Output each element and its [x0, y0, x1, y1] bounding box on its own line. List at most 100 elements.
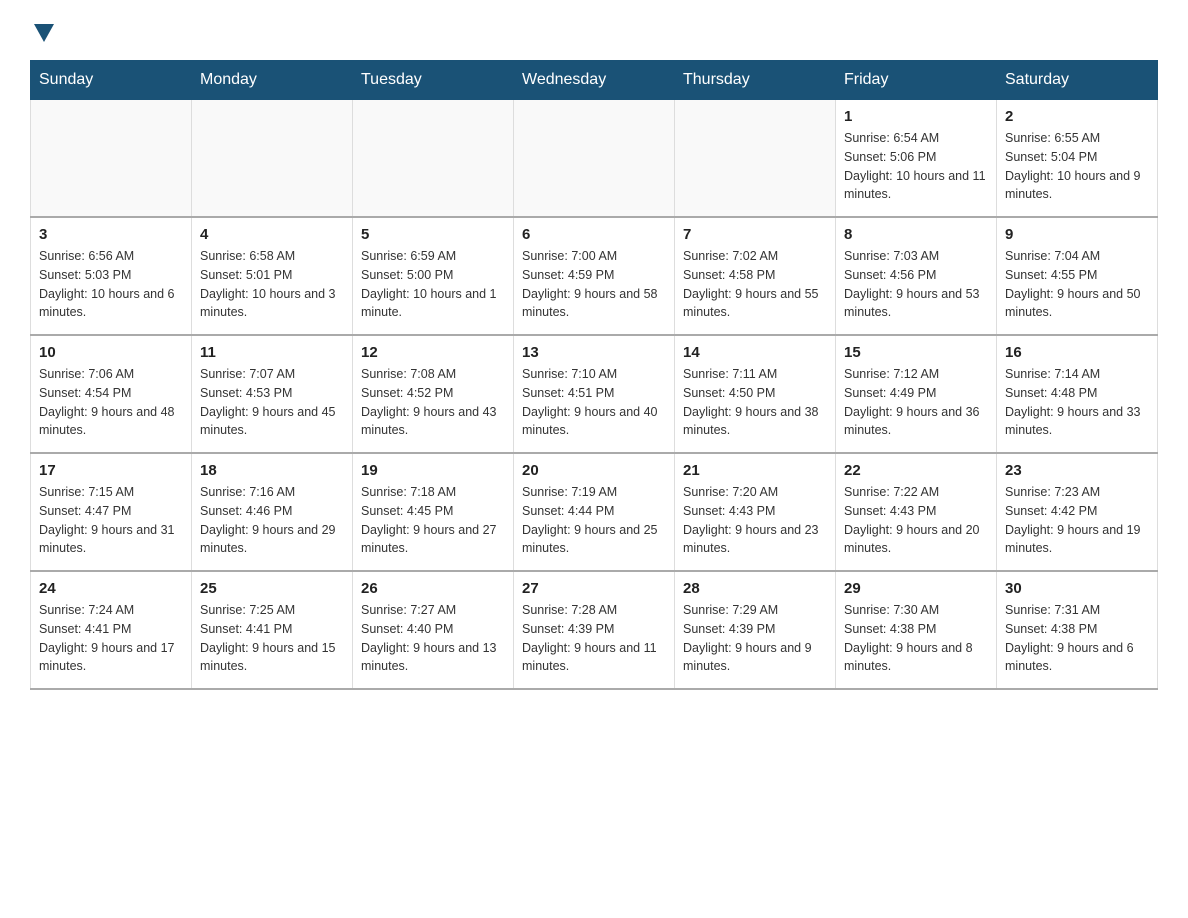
- calendar-day-cell: 4 Sunrise: 6:58 AMSunset: 5:01 PMDaylight…: [192, 217, 353, 335]
- calendar-header: SundayMondayTuesdayWednesdayThursdayFrid…: [31, 61, 1158, 100]
- calendar-day-cell: 16 Sunrise: 7:14 AMSunset: 4:48 PMDayligh…: [997, 335, 1158, 453]
- day-info: Sunrise: 7:14 AMSunset: 4:48 PMDaylight:…: [1005, 365, 1149, 440]
- day-of-week-header: Sunday: [31, 61, 192, 100]
- calendar-day-cell: 27 Sunrise: 7:28 AMSunset: 4:39 PMDayligh…: [514, 571, 675, 689]
- day-number: 9: [1005, 226, 1149, 243]
- day-info: Sunrise: 7:12 AMSunset: 4:49 PMDaylight:…: [844, 365, 988, 440]
- day-number: 27: [522, 580, 666, 597]
- day-number: 5: [361, 226, 505, 243]
- day-number: 24: [39, 580, 183, 597]
- day-info: Sunrise: 7:02 AMSunset: 4:58 PMDaylight:…: [683, 247, 827, 322]
- calendar-day-cell: [675, 100, 836, 218]
- calendar-day-cell: 11 Sunrise: 7:07 AMSunset: 4:53 PMDayligh…: [192, 335, 353, 453]
- calendar-day-cell: 14Sunrise: 7:11 AMSunset: 4:50 PMDayligh…: [675, 335, 836, 453]
- day-info: Sunrise: 7:08 AMSunset: 4:52 PMDaylight:…: [361, 365, 505, 440]
- day-of-week-header: Wednesday: [514, 61, 675, 100]
- day-number: 14: [683, 344, 827, 361]
- day-number: 16: [1005, 344, 1149, 361]
- day-number: 29: [844, 580, 988, 597]
- day-info: Sunrise: 7:20 AMSunset: 4:43 PMDaylight:…: [683, 483, 827, 558]
- calendar-day-cell: 30 Sunrise: 7:31 AMSunset: 4:38 PMDayligh…: [997, 571, 1158, 689]
- day-info: Sunrise: 7:27 AMSunset: 4:40 PMDaylight:…: [361, 601, 505, 676]
- calendar-day-cell: [514, 100, 675, 218]
- day-info: Sunrise: 6:55 AMSunset: 5:04 PMDaylight:…: [1005, 129, 1149, 204]
- day-info: Sunrise: 7:22 AMSunset: 4:43 PMDaylight:…: [844, 483, 988, 558]
- day-info: Sunrise: 7:00 AMSunset: 4:59 PMDaylight:…: [522, 247, 666, 322]
- calendar-week-row: 3 Sunrise: 6:56 AMSunset: 5:03 PMDaylight…: [31, 217, 1158, 335]
- day-info: Sunrise: 7:25 AMSunset: 4:41 PMDaylight:…: [200, 601, 344, 676]
- calendar-day-cell: [31, 100, 192, 218]
- calendar-day-cell: 12 Sunrise: 7:08 AMSunset: 4:52 PMDayligh…: [353, 335, 514, 453]
- day-info: Sunrise: 7:16 AMSunset: 4:46 PMDaylight:…: [200, 483, 344, 558]
- calendar-day-cell: 18 Sunrise: 7:16 AMSunset: 4:46 PMDayligh…: [192, 453, 353, 571]
- day-info: Sunrise: 7:29 AMSunset: 4:39 PMDaylight:…: [683, 601, 827, 676]
- day-number: 30: [1005, 580, 1149, 597]
- day-number: 7: [683, 226, 827, 243]
- calendar-day-cell: 13Sunrise: 7:10 AMSunset: 4:51 PMDayligh…: [514, 335, 675, 453]
- calendar-day-cell: 17 Sunrise: 7:15 AMSunset: 4:47 PMDayligh…: [31, 453, 192, 571]
- day-number: 11: [200, 344, 344, 361]
- day-info: Sunrise: 7:30 AMSunset: 4:38 PMDaylight:…: [844, 601, 988, 676]
- calendar-week-row: 10 Sunrise: 7:06 AMSunset: 4:54 PMDayligh…: [31, 335, 1158, 453]
- calendar-day-cell: 29 Sunrise: 7:30 AMSunset: 4:38 PMDayligh…: [836, 571, 997, 689]
- day-of-week-header: Friday: [836, 61, 997, 100]
- day-number: 18: [200, 462, 344, 479]
- day-info: Sunrise: 7:19 AMSunset: 4:44 PMDaylight:…: [522, 483, 666, 558]
- day-number: 15: [844, 344, 988, 361]
- day-of-week-header: Saturday: [997, 61, 1158, 100]
- logo: [30, 20, 54, 40]
- calendar-day-cell: 8 Sunrise: 7:03 AMSunset: 4:56 PMDaylight…: [836, 217, 997, 335]
- day-info: Sunrise: 7:07 AMSunset: 4:53 PMDaylight:…: [200, 365, 344, 440]
- calendar-day-cell: 20 Sunrise: 7:19 AMSunset: 4:44 PMDayligh…: [514, 453, 675, 571]
- days-of-week-row: SundayMondayTuesdayWednesdayThursdayFrid…: [31, 61, 1158, 100]
- day-number: 21: [683, 462, 827, 479]
- day-info: Sunrise: 7:04 AMSunset: 4:55 PMDaylight:…: [1005, 247, 1149, 322]
- day-number: 22: [844, 462, 988, 479]
- calendar-day-cell: [192, 100, 353, 218]
- day-info: Sunrise: 7:18 AMSunset: 4:45 PMDaylight:…: [361, 483, 505, 558]
- calendar-week-row: 24 Sunrise: 7:24 AMSunset: 4:41 PMDayligh…: [31, 571, 1158, 689]
- day-info: Sunrise: 7:28 AMSunset: 4:39 PMDaylight:…: [522, 601, 666, 676]
- day-number: 20: [522, 462, 666, 479]
- day-number: 8: [844, 226, 988, 243]
- day-number: 17: [39, 462, 183, 479]
- day-number: 12: [361, 344, 505, 361]
- day-info: Sunrise: 7:24 AMSunset: 4:41 PMDaylight:…: [39, 601, 183, 676]
- calendar-day-cell: 3 Sunrise: 6:56 AMSunset: 5:03 PMDaylight…: [31, 217, 192, 335]
- calendar-day-cell: 6Sunrise: 7:00 AMSunset: 4:59 PMDaylight…: [514, 217, 675, 335]
- page-header: [30, 20, 1158, 40]
- calendar-day-cell: 26 Sunrise: 7:27 AMSunset: 4:40 PMDayligh…: [353, 571, 514, 689]
- day-of-week-header: Thursday: [675, 61, 836, 100]
- day-number: 19: [361, 462, 505, 479]
- day-info: Sunrise: 7:06 AMSunset: 4:54 PMDaylight:…: [39, 365, 183, 440]
- calendar-day-cell: 22 Sunrise: 7:22 AMSunset: 4:43 PMDayligh…: [836, 453, 997, 571]
- calendar-day-cell: 5Sunrise: 6:59 AMSunset: 5:00 PMDaylight…: [353, 217, 514, 335]
- calendar-day-cell: 10 Sunrise: 7:06 AMSunset: 4:54 PMDayligh…: [31, 335, 192, 453]
- calendar-day-cell: 15 Sunrise: 7:12 AMSunset: 4:49 PMDayligh…: [836, 335, 997, 453]
- calendar-day-cell: 24 Sunrise: 7:24 AMSunset: 4:41 PMDayligh…: [31, 571, 192, 689]
- day-number: 4: [200, 226, 344, 243]
- day-number: 26: [361, 580, 505, 597]
- calendar-day-cell: 25 Sunrise: 7:25 AMSunset: 4:41 PMDayligh…: [192, 571, 353, 689]
- calendar-day-cell: 2 Sunrise: 6:55 AMSunset: 5:04 PMDaylight…: [997, 100, 1158, 218]
- day-number: 25: [200, 580, 344, 597]
- day-info: Sunrise: 7:31 AMSunset: 4:38 PMDaylight:…: [1005, 601, 1149, 676]
- calendar-day-cell: 1 Sunrise: 6:54 AMSunset: 5:06 PMDaylight…: [836, 100, 997, 218]
- calendar-week-row: 1 Sunrise: 6:54 AMSunset: 5:06 PMDaylight…: [31, 100, 1158, 218]
- day-number: 10: [39, 344, 183, 361]
- logo-triangle-icon: [34, 24, 54, 42]
- day-info: Sunrise: 6:58 AMSunset: 5:01 PMDaylight:…: [200, 247, 344, 322]
- day-of-week-header: Tuesday: [353, 61, 514, 100]
- day-info: Sunrise: 7:15 AMSunset: 4:47 PMDaylight:…: [39, 483, 183, 558]
- day-info: Sunrise: 6:54 AMSunset: 5:06 PMDaylight:…: [844, 129, 988, 204]
- day-info: Sunrise: 7:23 AMSunset: 4:42 PMDaylight:…: [1005, 483, 1149, 558]
- calendar-day-cell: 19 Sunrise: 7:18 AMSunset: 4:45 PMDayligh…: [353, 453, 514, 571]
- day-number: 3: [39, 226, 183, 243]
- calendar-table: SundayMondayTuesdayWednesdayThursdayFrid…: [30, 60, 1158, 690]
- day-of-week-header: Monday: [192, 61, 353, 100]
- day-info: Sunrise: 6:56 AMSunset: 5:03 PMDaylight:…: [39, 247, 183, 322]
- day-number: 2: [1005, 108, 1149, 125]
- day-number: 1: [844, 108, 988, 125]
- day-info: Sunrise: 7:10 AMSunset: 4:51 PMDaylight:…: [522, 365, 666, 440]
- day-info: Sunrise: 7:03 AMSunset: 4:56 PMDaylight:…: [844, 247, 988, 322]
